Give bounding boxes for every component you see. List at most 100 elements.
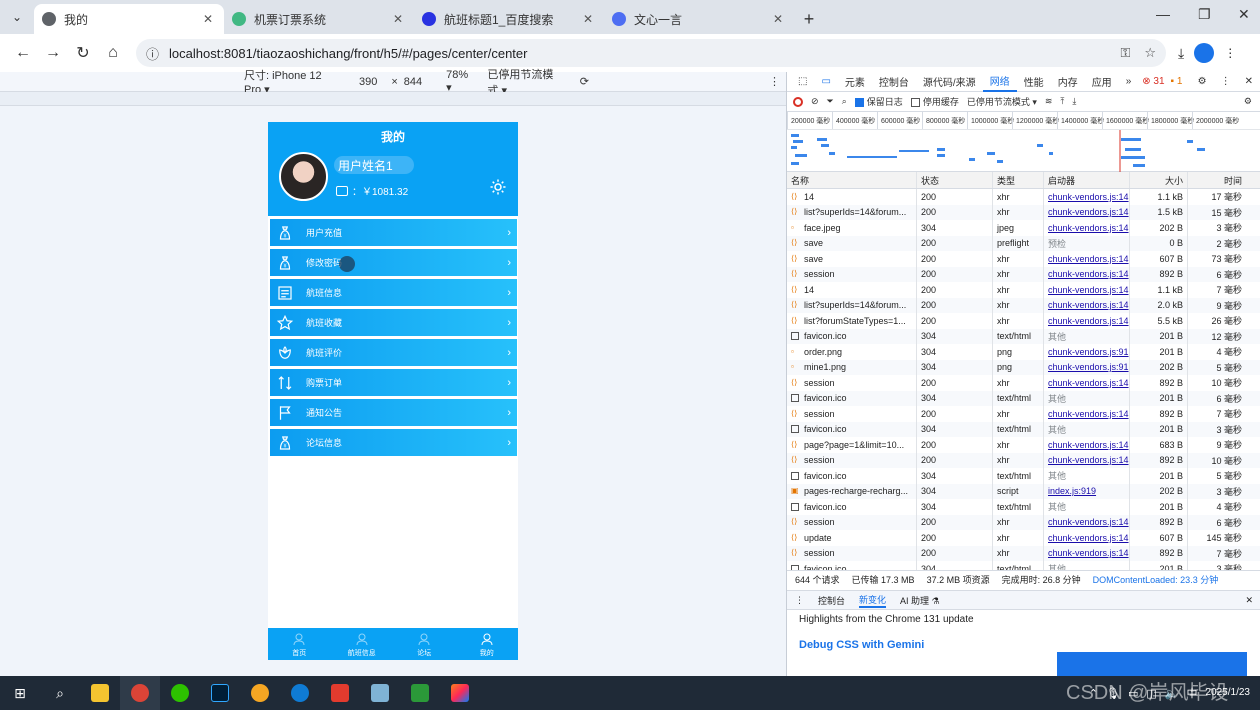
restore-button[interactable]: ❐ [1198,6,1211,23]
request-initiator-cell[interactable]: chunk-vendors.js:14 [1044,514,1130,530]
request-initiator-cell[interactable]: chunk-vendors.js:14 [1044,375,1130,391]
menu-item[interactable]: 购票订单 › [270,369,517,396]
edge-icon[interactable] [280,676,320,710]
table-row[interactable]: ⟨⟩ session 200 xhr chunk-vendors.js:14 892 B 6… [787,514,1260,530]
column-header[interactable]: 类型 [993,172,1044,188]
devtools-tab[interactable]: 元素 [838,72,872,92]
browser-menu-icon[interactable]: ⋮ [1224,46,1236,60]
idea-icon[interactable] [440,676,480,710]
request-initiator-cell[interactable]: 其他 [1044,390,1130,406]
wechat-icon[interactable] [160,676,200,710]
network-settings-icon[interactable]: ⚙ [1244,96,1252,107]
record-icon[interactable] [793,96,803,107]
tabbar-item[interactable]: 首页 [268,628,331,660]
request-initiator-cell[interactable]: chunk-vendors.js:14 [1044,204,1130,220]
menu-item[interactable]: ¥ 用户充值 › [270,219,517,246]
zoom-select[interactable]: 78% ▾ [446,69,473,94]
network-overview[interactable] [787,130,1260,172]
photoshop-icon[interactable] [200,676,240,710]
preserve-log-checkbox[interactable]: 保留日志 [854,95,903,108]
request-initiator-cell[interactable]: chunk-vendors.js:14 [1044,220,1130,236]
drawer-tab[interactable]: AI 助理 ⚗ [900,594,940,607]
device-height-input[interactable]: 844 [404,76,422,88]
reload-button[interactable]: ↻ [68,38,98,68]
inspect-element-icon[interactable]: ⬚ [791,72,814,92]
paint-icon[interactable] [240,676,280,710]
request-initiator-cell[interactable]: 其他 [1044,468,1130,484]
table-row[interactable]: ⟨⟩ session 200 xhr chunk-vendors.js:14 892 B 1… [787,375,1260,391]
table-row[interactable]: ▫ mine1.png 304 png chunk-vendors.js:91 202 B… [787,359,1260,375]
menu-item[interactable]: 航班评价 › [270,339,517,366]
table-row[interactable]: ⟨⟩ 14 200 xhr chunk-vendors.js:14 1.1 kB 17 毫秒 [787,189,1260,205]
browser-tab[interactable]: 我的 ✕ [34,4,224,34]
network-throttle-select[interactable]: 已停用节流模式 ▾ [967,95,1037,108]
chrome-icon[interactable] [120,676,160,710]
tab-close-icon[interactable]: ✕ [390,12,406,26]
table-row[interactable]: ▫ order.png 304 png chunk-vendors.js:91 201 B… [787,344,1260,360]
table-row[interactable]: ⟨⟩ session 200 xhr chunk-vendors.js:14 892 B 7… [787,406,1260,422]
request-initiator-cell[interactable]: 预检 [1044,235,1130,251]
device-toggle-icon[interactable]: ▭ [814,72,837,92]
menu-item[interactable]: 通知公告 › [270,399,517,426]
forward-button[interactable]: → [38,38,68,68]
settings-gear-icon[interactable] [489,178,507,196]
request-initiator-cell[interactable]: chunk-vendors.js:91 [1044,359,1130,375]
table-row[interactable]: ⟨⟩ save 200 xhr chunk-vendors.js:14 607 B 73 毫… [787,251,1260,267]
new-tab-button[interactable]: + [794,4,824,34]
user-avatar[interactable] [279,152,328,201]
file-explorer-icon[interactable] [80,676,120,710]
drawer-tab[interactable]: 控制台 [818,594,845,607]
whats-new-headline[interactable]: Debug CSS with Gemini [799,639,1249,651]
tab-close-icon[interactable]: ✕ [200,12,216,26]
devtools-tab[interactable]: 控制台 [872,72,916,92]
devtools-tab[interactable]: 内存 [1051,72,1085,92]
table-row[interactable]: favicon.ico 304 text/html 其他 201 B 12 毫秒 [787,328,1260,344]
request-initiator-cell[interactable]: chunk-vendors.js:14 [1044,251,1130,267]
back-button[interactable]: ← [8,38,38,68]
request-initiator-cell[interactable]: 其他 [1044,328,1130,344]
devtools-menu-icon[interactable]: ⋮ [1214,72,1238,92]
menu-item[interactable]: ¥ 论坛信息 › [270,429,517,456]
home-button[interactable]: ⌂ [98,38,128,68]
column-header[interactable]: 名称 [787,172,917,188]
request-initiator-cell[interactable]: chunk-vendors.js:14 [1044,530,1130,546]
browser-tab[interactable]: 文心一言 ✕ [604,4,794,34]
devtools-tab[interactable]: 性能 [1017,72,1051,92]
request-initiator-cell[interactable]: 其他 [1044,499,1130,515]
export-icon[interactable]: ⤓ [1072,96,1076,107]
error-count-badge[interactable]: ⊗ 31 [1142,76,1164,87]
wps-icon[interactable] [320,676,360,710]
rotate-icon[interactable]: ⟳ [580,75,589,88]
menu-item[interactable]: 航班信息 › [270,279,517,306]
tabbar-item[interactable]: 航班信息 [331,628,394,660]
url-omnibox[interactable]: ⓘ localhost:8081/tiaozaoshichang/front/h… [136,39,1166,67]
key-icon[interactable]: ⚿ [1120,45,1130,61]
request-initiator-cell[interactable]: chunk-vendors.js:14 [1044,406,1130,422]
table-row[interactable]: ⟨⟩ list?superIds=14&forum... 200 xhr chunk-v… [787,297,1260,313]
menu-item[interactable]: 航班收藏 › [270,309,517,336]
request-initiator-cell[interactable]: 其他 [1044,421,1130,437]
table-row[interactable]: ⟨⟩ session 200 xhr chunk-vendors.js:14 892 B 6… [787,266,1260,282]
table-row[interactable]: favicon.ico 304 text/html 其他 201 B 4 毫秒 [787,499,1260,515]
drawer-menu-icon[interactable]: ⋮ [795,595,804,606]
wifi-icon[interactable]: ≋ [1045,96,1053,107]
device-more-icon[interactable]: ⋮ [769,75,780,88]
clear-icon[interactable]: ⊘ [811,96,819,107]
column-header[interactable]: 状态 [917,172,993,188]
table-row[interactable]: ▫ face.jpeg 304 jpeg chunk-vendors.js:14 202 … [787,220,1260,236]
bookmark-star-icon[interactable]: ☆ [1144,45,1156,61]
site-info-icon[interactable]: ⓘ [146,44,159,63]
import-icon[interactable]: ⤒ [1060,96,1064,107]
table-row[interactable]: ⟨⟩ list?forumStateTypes=1... 200 xhr chunk-v… [787,313,1260,329]
request-initiator-cell[interactable]: chunk-vendors.js:14 [1044,437,1130,453]
table-row[interactable]: ⟨⟩ list?superIds=14&forum... 200 xhr chunk-v… [787,204,1260,220]
menu-item[interactable]: ¥ 修改密码 › [270,249,517,276]
table-row[interactable]: favicon.ico 304 text/html 其他 201 B 5 毫秒 [787,468,1260,484]
table-row[interactable]: ▣ pages-recharge-recharg... 304 script index… [787,483,1260,499]
hbuilder-icon[interactable] [400,676,440,710]
devtools-settings-icon[interactable]: ⚙ [1191,72,1214,92]
download-icon[interactable]: ⤓ [1178,45,1184,62]
close-window-button[interactable]: ✕ [1238,6,1250,23]
profile-avatar[interactable] [1194,43,1215,63]
disable-cache-checkbox[interactable]: 停用缓存 [910,95,959,108]
